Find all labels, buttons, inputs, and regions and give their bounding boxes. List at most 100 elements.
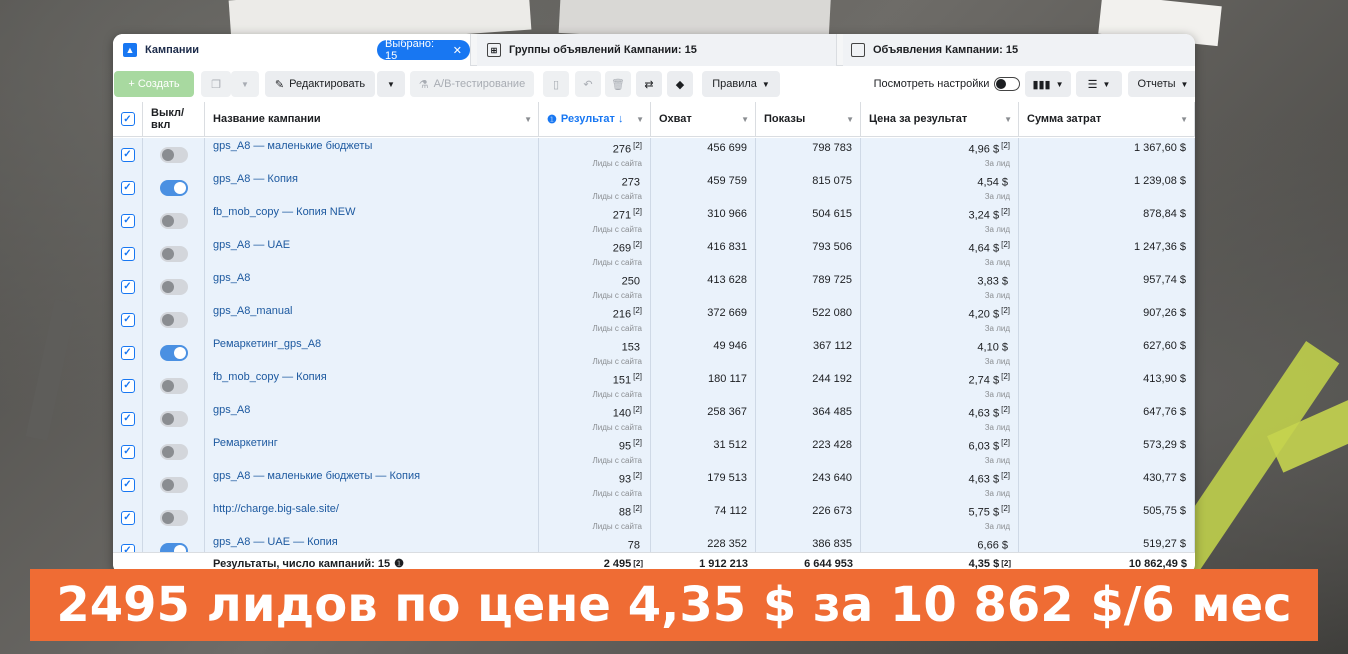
header-name[interactable]: Название кампании ▼ [205, 102, 539, 136]
cpr-ref: [2] [1001, 504, 1010, 513]
table-row[interactable]: ✓ fb_mob_copy — Копия NEW 271 [2] Лиды с сай… [113, 204, 1195, 237]
campaign-toggle[interactable] [159, 542, 188, 552]
ab-test-button[interactable]: ⚗ A/B-тестирование [410, 71, 534, 97]
row-toggle-cell [143, 270, 205, 303]
result-number: 276 [612, 143, 632, 156]
edit-button[interactable]: ✎ Редактировать [265, 71, 375, 97]
row-checkbox[interactable]: ✓ [120, 543, 135, 552]
result-type: Лиды с сайта [592, 191, 642, 201]
table-row[interactable]: ✓ gps_A8 250 Лиды с сайта 413 628 789 725 3,83… [113, 270, 1195, 303]
campaign-name-link[interactable]: fb_mob_copy — Копия NEW [205, 204, 355, 218]
table-row[interactable]: ✓ gps_A8 — маленькие бюджеты — Копия 93 [2]… [113, 468, 1195, 501]
tab-campaigns-label: Кампании [145, 44, 200, 56]
campaign-name-link[interactable]: http://charge.big-sale.site/ [205, 501, 339, 515]
campaign-toggle[interactable] [159, 245, 188, 262]
reports-button[interactable]: Отчеты ▼ [1128, 71, 1195, 97]
row-checkbox[interactable]: ✓ [120, 444, 135, 459]
view-settings-toggle[interactable]: Посмотреть настройки [873, 71, 1021, 97]
footer-result-ref: [2] [633, 559, 643, 568]
cpr-type: За лид [984, 422, 1010, 432]
header-result[interactable]: ❶ Результат ↓ ▼ [539, 102, 651, 136]
row-checkbox[interactable]: ✓ [120, 411, 135, 426]
cpr-number: 5,75 $ [968, 506, 1000, 519]
campaign-name-link[interactable]: fb_mob_copy — Копия [205, 369, 327, 383]
tag-button[interactable]: ◆ [667, 71, 693, 97]
tab-campaigns[interactable]: ▲ Кампании Выбрано: 15 ✕ [113, 34, 471, 66]
campaign-name-link[interactable]: gps_A8 — маленькие бюджеты [205, 138, 372, 152]
selected-badge[interactable]: Выбрано: 15 ✕ [377, 38, 470, 62]
table-row[interactable]: ✓ gps_A8 — маленькие бюджеты 276 [2] Лиды с … [113, 138, 1195, 171]
table-row[interactable]: ✓ http://charge.big-sale.site/88 [2] Лиды с… [113, 501, 1195, 534]
row-checkbox[interactable]: ✓ [120, 510, 135, 525]
header-impressions[interactable]: Показы ▼ [756, 102, 861, 136]
row-checkbox[interactable]: ✓ [120, 147, 135, 162]
duplicate-dropdown[interactable]: ▼ [231, 71, 259, 97]
table-row[interactable]: ✓ gps_A8_manual 216 [2] Лиды с сайта 372 669 5… [113, 303, 1195, 336]
header-spend[interactable]: Сумма затрат ▼ [1019, 102, 1195, 136]
archive-button[interactable]: ▯ [543, 71, 569, 97]
campaign-toggle[interactable] [159, 443, 188, 460]
cpr-number: 4,64 $ [968, 242, 1000, 255]
row-checkbox[interactable]: ✓ [120, 180, 135, 195]
cpr-type: За лид [984, 290, 1010, 300]
breakdown-button[interactable]: ☰ ▼ [1076, 71, 1122, 97]
campaign-name-link[interactable]: gps_A8 — Копия [205, 171, 298, 185]
row-checkbox[interactable]: ✓ [120, 477, 135, 492]
campaign-toggle[interactable] [159, 179, 188, 196]
cpr-cell: 3,83 $ За лид [861, 270, 1019, 303]
row-checkbox[interactable]: ✓ [120, 246, 135, 261]
ad-icon [851, 43, 865, 57]
duplicate-button[interactable]: ❐ [201, 71, 231, 97]
result-type: Лиды с сайта [592, 257, 642, 267]
campaign-toggle[interactable] [159, 476, 188, 493]
campaign-name-link[interactable]: gps_A8 [205, 402, 250, 416]
rules-button[interactable]: Правила ▼ [702, 71, 780, 97]
row-checkbox[interactable]: ✓ [120, 345, 135, 360]
row-checkbox[interactable]: ✓ [120, 213, 135, 228]
campaign-toggle[interactable] [159, 410, 188, 427]
cpr-value: 4,63 $ [2] [969, 405, 1011, 420]
create-button[interactable]: + Создать [114, 71, 194, 97]
close-icon[interactable]: ✕ [453, 44, 462, 57]
campaign-icon: ▲ [123, 43, 137, 57]
campaign-name-link[interactable]: Ремаркетинг_gps_A8 [205, 336, 321, 350]
undo-button[interactable]: ↶ [575, 71, 601, 97]
result-number: 273 [621, 176, 640, 189]
campaign-toggle[interactable] [159, 377, 188, 394]
table-row[interactable]: ✓ Ремаркетинг_gps_A8 153 Лиды с сайта 49 946… [113, 336, 1195, 369]
table-row[interactable]: ✓ gps_A8 140 [2] Лиды с сайта 258 367 364 485 4… [113, 402, 1195, 435]
result-value: 216 [2] [613, 306, 642, 321]
campaign-toggle[interactable] [159, 311, 188, 328]
header-reach-label: Охват [659, 113, 692, 125]
columns-button[interactable]: ▮▮▮ ▼ [1025, 71, 1071, 97]
tab-adsets[interactable]: ⊞ Группы объявлений Кампании: 15 [477, 34, 837, 66]
campaign-name-link[interactable]: gps_A8 — UAE — Копия [205, 534, 338, 548]
campaign-name-link[interactable]: gps_A8_manual [205, 303, 293, 317]
tab-ads[interactable]: Объявления Кампании: 15 [843, 34, 1195, 66]
table-row[interactable]: ✓ fb_mob_copy — Копия 151 [2] Лиды с сайта 18… [113, 369, 1195, 402]
campaign-name-link[interactable]: gps_A8 — UAE [205, 237, 290, 251]
row-checkbox[interactable]: ✓ [120, 378, 135, 393]
table-row[interactable]: ✓ gps_A8 — Копия 273 Лиды с сайта 459 759 815… [113, 171, 1195, 204]
campaign-toggle[interactable] [159, 146, 188, 163]
campaign-name-link[interactable]: gps_A8 — маленькие бюджеты — Копия [205, 468, 420, 482]
header-reach[interactable]: Охват ▼ [651, 102, 756, 136]
campaign-name-link[interactable]: Ремаркетинг [205, 435, 278, 449]
table-row[interactable]: ✓ Ремаркетинг 95 [2] Лиды с сайта 31 512 223 4… [113, 435, 1195, 468]
delete-button[interactable]: 🗑 [605, 71, 631, 97]
campaign-toggle[interactable] [159, 344, 188, 361]
edit-dropdown[interactable]: ▼ [377, 71, 405, 97]
campaign-toggle[interactable] [159, 509, 188, 526]
campaign-name-link[interactable]: gps_A8 [205, 270, 250, 284]
table-row[interactable]: ✓ gps_A8 — UAE 269 [2] Лиды с сайта 416 831 79… [113, 237, 1195, 270]
campaign-toggle[interactable] [159, 212, 188, 229]
table-row[interactable]: ✓ gps_A8 — UAE — Копия 78Лиды с сайта228 3… [113, 534, 1195, 552]
row-checkbox[interactable]: ✓ [120, 312, 135, 327]
row-checkbox[interactable]: ✓ [120, 279, 135, 294]
preview-button[interactable]: ⇄ [636, 71, 662, 97]
select-all-checkbox[interactable]: ✓ [120, 112, 135, 126]
campaign-toggle[interactable] [159, 278, 188, 295]
header-toggle[interactable]: Выкл/ вкл [143, 102, 205, 136]
cpr-number: 4,63 $ [968, 473, 1000, 486]
header-cpr[interactable]: Цена за результат ▼ [861, 102, 1019, 136]
